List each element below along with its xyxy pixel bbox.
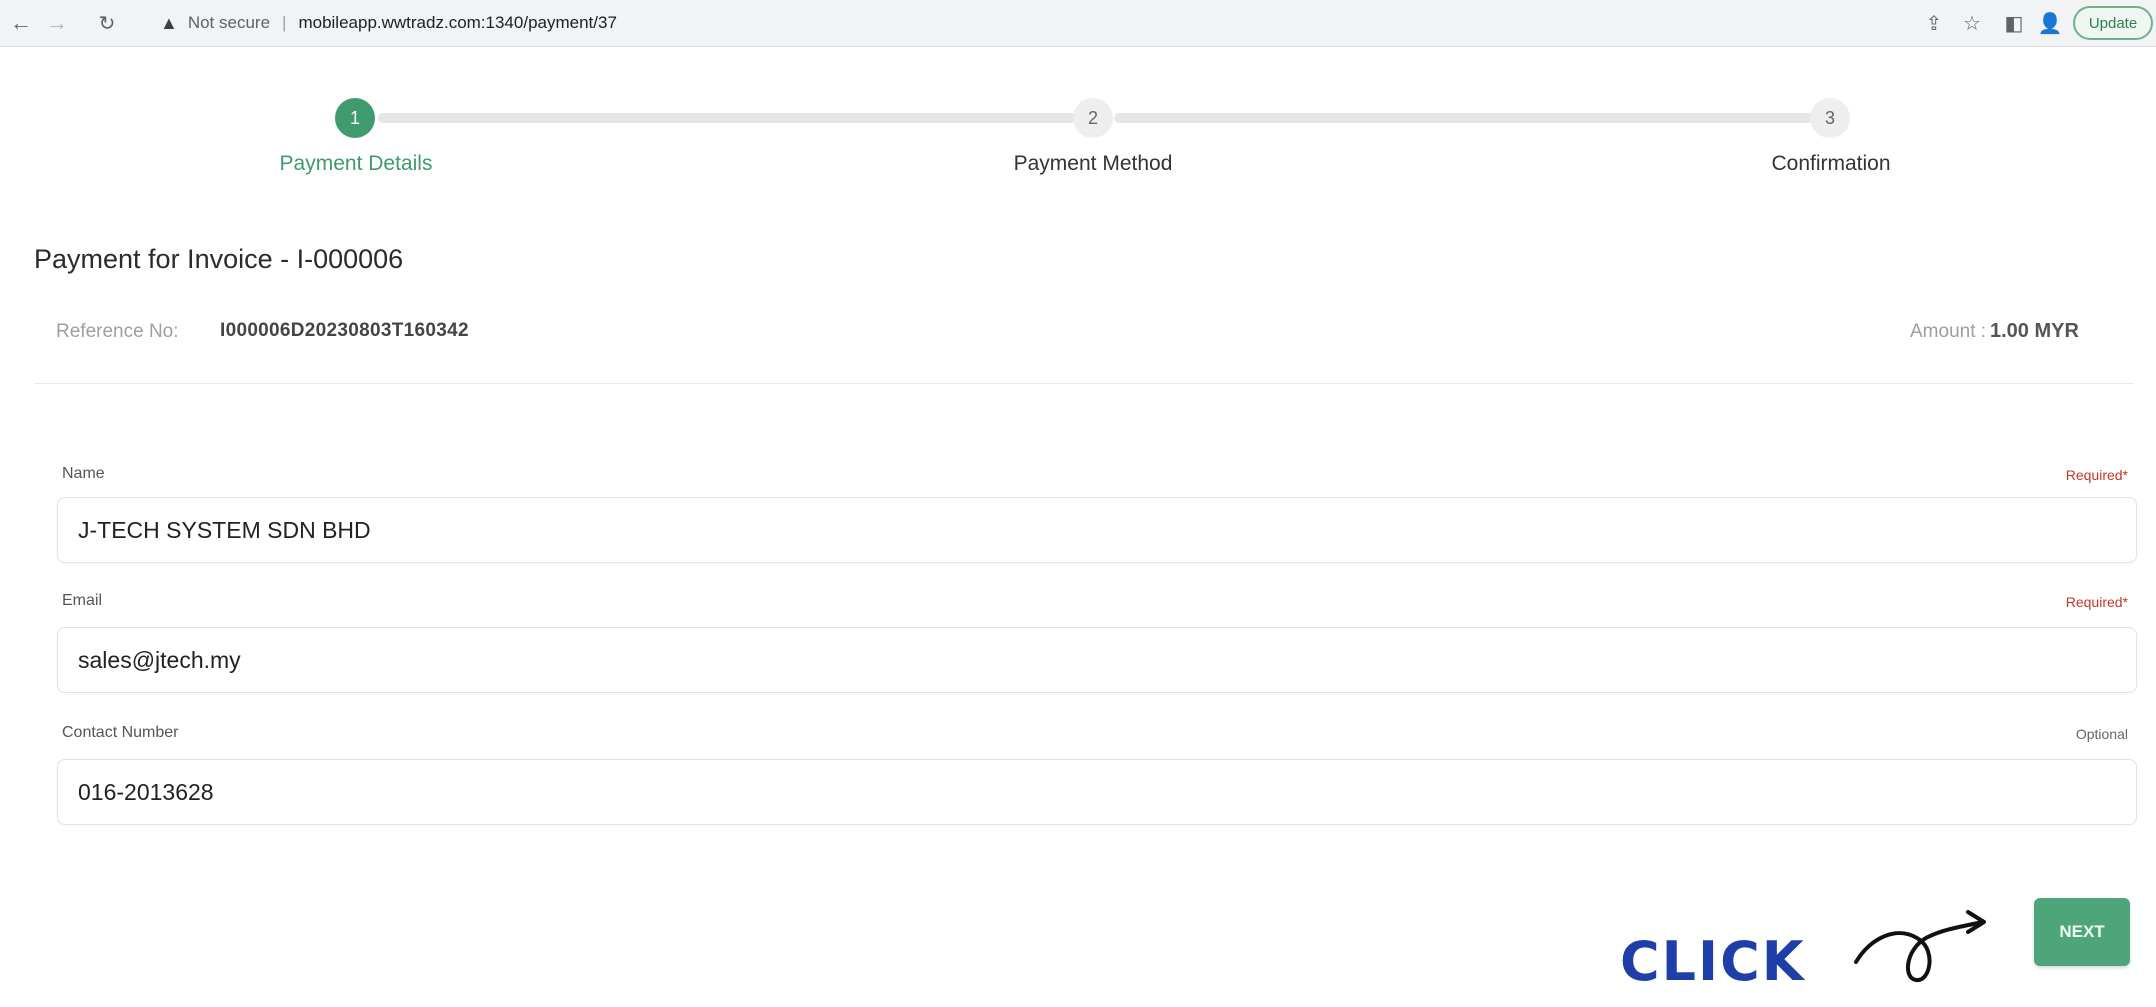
- address-separator: |: [282, 13, 287, 32]
- step-3-circle: 3: [1810, 98, 1850, 138]
- step-connector-1: [378, 113, 1084, 123]
- step-3-label: Confirmation: [1771, 152, 1891, 175]
- hand-drawn-arrow-icon: [1854, 910, 1986, 982]
- name-required-hint: Required*: [2065, 467, 2128, 483]
- warning-triangle-icon: ▲: [160, 12, 178, 33]
- name-input[interactable]: J-TECH SYSTEM SDN BHD: [57, 497, 2137, 563]
- profile-icon[interactable]: 👤: [2036, 9, 2064, 37]
- forward-arrow-icon[interactable]: →: [42, 8, 72, 38]
- step-1-label: Payment Details: [279, 152, 433, 175]
- update-button[interactable]: Update: [2073, 6, 2153, 40]
- share-icon[interactable]: ⇪: [1920, 9, 1948, 37]
- email-input[interactable]: sales@jtech.my: [57, 627, 2137, 693]
- contact-number-input[interactable]: 016-2013628: [57, 759, 2137, 825]
- address-bar[interactable]: ▲ Not secure | mobileapp.wwtradz.com:134…: [140, 5, 1780, 41]
- reload-icon[interactable]: ↻: [92, 8, 122, 38]
- step-1-circle: 1: [335, 98, 375, 138]
- amount-value: 1.00 MYR: [1990, 320, 2079, 342]
- url-text[interactable]: mobileapp.wwtradz.com:1340/payment/37: [298, 13, 616, 33]
- email-field-label: Email: [62, 592, 103, 609]
- payment-stepper: 1 2 3 Payment Details Payment Method Con…: [0, 90, 2156, 190]
- step-connector-2: [1114, 113, 1814, 123]
- click-annotation-text: CLICK: [1620, 930, 1806, 993]
- bookmark-star-icon[interactable]: ☆: [1958, 9, 1986, 37]
- page-title: Payment for Invoice - I-000006: [34, 244, 404, 274]
- contact-optional-hint: Optional: [2075, 726, 2128, 742]
- browser-toolbar: ← → ↻ ▲ Not secure | mobileapp.wwtradz.c…: [0, 0, 2156, 47]
- not-secure-label: Not secure: [187, 13, 271, 32]
- contact-field-label: Contact Number: [62, 724, 179, 741]
- reference-value: I000006D20230803T160342: [220, 320, 469, 341]
- back-arrow-icon[interactable]: ←: [6, 8, 36, 38]
- section-divider: [34, 383, 2134, 384]
- name-field-label: Name: [62, 465, 105, 482]
- next-button[interactable]: NEXT: [2034, 898, 2130, 966]
- step-2-circle: 2: [1073, 98, 1113, 138]
- email-required-hint: Required*: [2065, 594, 2128, 610]
- amount-label: Amount :: [1910, 321, 1987, 342]
- reference-label: Reference No:: [56, 321, 179, 342]
- side-panel-icon[interactable]: ◧: [2000, 9, 2028, 37]
- step-2-label: Payment Method: [1013, 152, 1173, 175]
